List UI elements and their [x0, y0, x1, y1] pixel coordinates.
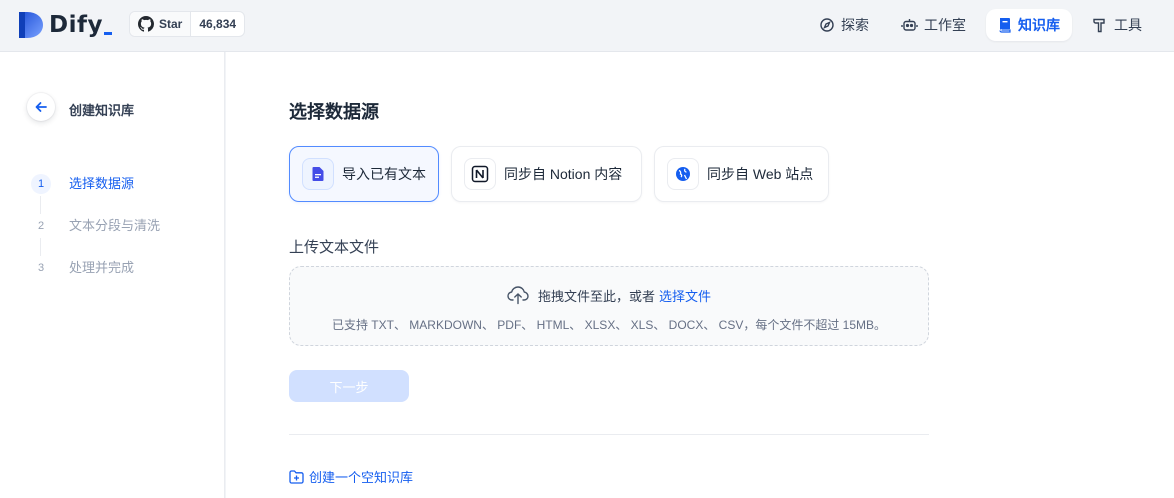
source-label: 导入已有文本 — [342, 166, 426, 182]
step-label: 文本分段与清洗 — [69, 218, 161, 233]
nav-explore-label: 探索 — [841, 17, 869, 33]
dify-logo-icon — [19, 12, 43, 38]
step-label: 选择数据源 — [69, 176, 135, 191]
source-icon-box — [302, 158, 334, 190]
source-icon-box — [464, 158, 496, 190]
dify-logo[interactable]: Dify — [17, 10, 112, 40]
source-option-file[interactable]: 导入已有文本 — [289, 146, 439, 202]
github-icon — [138, 16, 154, 32]
step-label: 处理并完成 — [69, 260, 135, 275]
hammer-icon — [1093, 18, 1105, 33]
step-list: 1 选择数据源 2 文本分段与清洗 3 处理并完成 — [31, 174, 160, 300]
nav-studio-label: 工作室 — [924, 17, 966, 33]
notion-icon — [471, 165, 489, 183]
step-connector — [40, 196, 41, 214]
step-item-2: 2 文本分段与清洗 — [31, 216, 160, 258]
select-file-link[interactable]: 选择文件 — [659, 286, 711, 305]
step-number: 1 — [31, 174, 51, 194]
dropzone-hint: 已支持 TXT、 MARKDOWN、 PDF、 HTML、 XLSX、 XLS、… — [331, 318, 887, 332]
source-option-notion[interactable]: 同步自 Notion 内容 — [451, 146, 642, 202]
dropzone-prompt: 拖拽文件至此，或者 选择文件 — [290, 285, 928, 305]
step-item-1: 1 选择数据源 — [31, 174, 160, 216]
dropzone-text: 拖拽文件至此，或者 — [537, 288, 655, 304]
github-star-label: Star — [159, 17, 183, 31]
source-label: 同步自 Web 站点 — [707, 166, 814, 182]
robot-icon — [901, 19, 918, 31]
nav-tools-label: 工具 — [1114, 17, 1142, 33]
step-number: 3 — [31, 258, 51, 278]
top-header: Dify Star 46,834 探索 工作室 知识库 工具 — [0, 0, 1174, 52]
book-icon — [999, 18, 1011, 33]
next-step-button[interactable]: 下一步 — [289, 370, 409, 402]
upload-section-title: 上传文本文件 — [289, 239, 380, 256]
back-button[interactable] — [27, 93, 55, 121]
nav-knowledge-label: 知识库 — [1018, 17, 1060, 33]
create-empty-knowledge-link[interactable]: 创建一个空知识库 — [289, 467, 413, 486]
github-star-count: 46,834 — [199, 17, 237, 31]
main-nav: 探索 工作室 知识库 工具 — [807, 9, 1174, 41]
source-label: 同步自 Notion 内容 — [504, 166, 623, 182]
nav-explore[interactable]: 探索 — [807, 9, 881, 41]
file-text-icon — [312, 167, 324, 181]
sidebar-title: 创建知识库 — [69, 103, 135, 118]
source-icon-box — [667, 158, 699, 190]
github-star-button[interactable]: Star — [130, 12, 192, 36]
source-option-web[interactable]: 同步自 Web 站点 — [654, 146, 829, 202]
nav-studio[interactable]: 工作室 — [889, 9, 978, 41]
nav-tools[interactable]: 工具 — [1080, 9, 1154, 41]
divider — [289, 434, 929, 435]
globe-icon — [676, 167, 690, 181]
github-star-badge[interactable]: Star 46,834 — [129, 11, 246, 37]
folder-plus-icon — [289, 469, 304, 484]
nav-knowledge[interactable]: 知识库 — [986, 9, 1072, 41]
step-number: 2 — [31, 216, 51, 236]
step-connector — [40, 238, 41, 256]
file-dropzone[interactable]: 拖拽文件至此，或者 选择文件 已支持 TXT、 MARKDOWN、 PDF、 H… — [289, 266, 929, 346]
cloud-upload-icon — [507, 286, 529, 305]
arrow-left-icon — [35, 102, 47, 112]
main-content: 选择数据源 导入已有文本 同步自 Notion 内容 同步自 Web 站点 上传… — [226, 52, 1174, 498]
steps-sidebar: 创建知识库 1 选择数据源 2 文本分段与清洗 3 处理并完成 — [0, 52, 225, 498]
step-item-3: 3 处理并完成 — [31, 258, 160, 300]
create-empty-label: 创建一个空知识库 — [309, 470, 414, 485]
page-title: 选择数据源 — [289, 102, 379, 122]
explore-icon — [820, 18, 834, 32]
logo-text: Dify — [49, 12, 112, 38]
